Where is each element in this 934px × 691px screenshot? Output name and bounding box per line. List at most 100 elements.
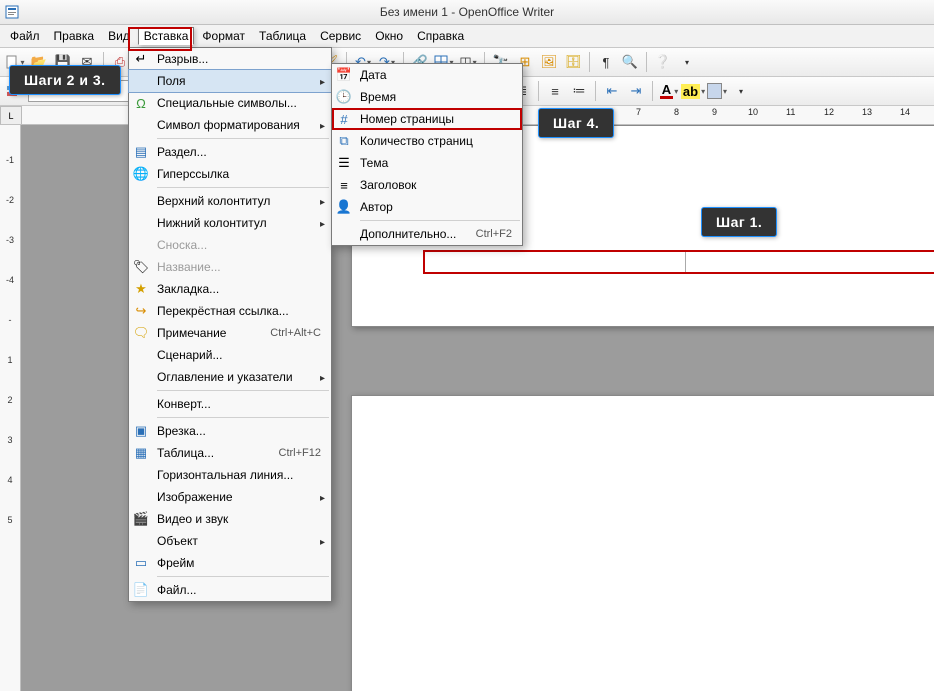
menuitem-header[interactable]: Верхний колонтитул [129,190,331,212]
envelope-icon [129,393,153,415]
time-icon: 🕒 [332,86,356,108]
ruler-tick: - [0,315,20,325]
ruler-tick: -3 [0,235,20,245]
app-icon [4,4,20,20]
menuitem-date[interactable]: 📅 Дата [332,64,522,86]
separator [652,81,653,101]
window-title: Без имени 1 - OpenOffice Writer [380,5,554,19]
ruler-tick: 14 [900,107,910,117]
menuitem-crossref[interactable]: ↪ Перекрёстная ссылка... [129,300,331,322]
menuitem-script[interactable]: Сценарий... [129,344,331,366]
object-icon [129,530,153,552]
menuitem-special-chars[interactable]: Ω Специальные символы... [129,92,331,114]
footnote-icon [129,234,153,256]
menu-separator [157,576,329,577]
menuitem-image[interactable]: Изображение [129,486,331,508]
menuitem-floating-frame[interactable]: ▭ Фрейм [129,552,331,574]
gallery-button[interactable]: 🖼 [538,51,560,73]
callout-step1: Шаг 1. [701,207,777,237]
datasources-button[interactable]: 🗄 [562,51,584,73]
menuitem-footer[interactable]: Нижний колонтитул [129,212,331,234]
file-icon: 📄 [129,579,153,601]
menu-format[interactable]: Формат [196,27,251,45]
menu-edit[interactable]: Правка [48,27,101,45]
caption-icon: 🏷 [129,256,153,278]
titlebar: Без имени 1 - OpenOffice Writer [0,0,934,25]
menuitem-object[interactable]: Объект [129,530,331,552]
menuitem-fields[interactable]: Поля [129,70,331,92]
menuitem-formatting-mark[interactable]: Символ форматирования [129,114,331,136]
menuitem-more-fields[interactable]: Дополнительно... Ctrl+F2 [332,223,522,245]
image-icon [129,486,153,508]
toolbar-overflow[interactable]: ▾ [676,51,698,73]
table-icon: ▦ [129,442,153,464]
ruler-tick: 13 [862,107,872,117]
menuitem-author[interactable]: 👤 Автор [332,196,522,218]
floatframe-icon: ▭ [129,552,153,574]
help-button[interactable]: ❔ [652,51,674,73]
ruler-tick: 12 [824,107,834,117]
menuitem-hyperlink[interactable]: 🌐 Гиперссылка [129,163,331,185]
menuitem-topic[interactable]: ☰ Тема [332,152,522,174]
accelerator: Ctrl+F2 [476,228,512,240]
submenu-arrow-icon [320,490,325,504]
submenu-arrow-icon [320,370,325,384]
highlight-button[interactable]: ab [682,80,704,102]
menuitem-media[interactable]: 🎬 Видео и звук [129,508,331,530]
toc-icon [129,366,153,388]
ruler-tick: 7 [636,107,641,117]
bullet-list-button[interactable]: ≔ [568,80,590,102]
submenu-arrow-icon [320,216,325,230]
menu-window[interactable]: Окно [369,27,409,45]
menuitem-comment[interactable]: 🗨 Примечание Ctrl+Alt+C [129,322,331,344]
menuitem-insert-file[interactable]: 📄 Файл... [129,579,331,601]
menuitem-bookmark[interactable]: ★ Закладка... [129,278,331,300]
submenu-arrow-icon [320,534,325,548]
app-window: Без имени 1 - OpenOffice Writer Файл Пра… [0,0,934,691]
menu-separator [157,138,329,139]
menu-insert[interactable]: Вставка [138,27,195,45]
menuitem-hline[interactable]: Горизонтальная линия... [129,464,331,486]
menuitem-time[interactable]: 🕒 Время [332,86,522,108]
menuitem-frame[interactable]: ▣ Врезка... [129,420,331,442]
menu-table[interactable]: Таблица [253,27,312,45]
script-icon [129,344,153,366]
menu-view[interactable]: Вид [102,27,136,45]
background-color-button[interactable] [706,80,728,102]
separator [538,81,539,101]
zoom-button[interactable]: 🔍 [619,51,641,73]
ruler-tick: 3 [0,435,20,445]
menu-help[interactable]: Справка [411,27,470,45]
font-color-button[interactable]: A [658,80,680,102]
author-icon: 👤 [332,196,356,218]
break-icon: ↵ [129,48,153,70]
increase-indent-button[interactable]: ⇥ [625,80,647,102]
footer-field-highlight[interactable] [423,250,934,274]
menu-service[interactable]: Сервис [314,27,367,45]
ruler-tick: 2 [0,395,20,405]
menuitem-page-number[interactable]: # Номер страницы [332,108,522,130]
menuitem-caption[interactable]: 🏷 Название... [129,256,331,278]
menuitem-toc[interactable]: Оглавление и указатели [129,366,331,388]
page-2[interactable] [351,395,934,691]
number-list-button[interactable]: ≡ [544,80,566,102]
menuitem-footnote[interactable]: Сноска... [129,234,331,256]
menu-separator [157,187,329,188]
menu-separator [157,390,329,391]
toolbar-overflow[interactable]: ▾ [730,80,752,102]
menuitem-page-count[interactable]: ⧉ Количество страниц [332,130,522,152]
menuitem-table[interactable]: ▦ Таблица... Ctrl+F12 [129,442,331,464]
nonprinting-button[interactable]: ¶ [595,51,617,73]
footer-icon [129,212,153,234]
vertical-ruler[interactable]: -1 -2 -3 -4 - 1 2 3 4 5 [0,125,21,691]
submenu-arrow-icon [320,194,325,208]
accelerator: Ctrl+F12 [279,447,322,459]
menuitem-envelope[interactable]: Конверт... [129,393,331,415]
menuitem-break[interactable]: ↵ Разрыв... [129,48,331,70]
menuitem-section[interactable]: ▤ Раздел... [129,141,331,163]
menu-file[interactable]: Файл [4,27,46,45]
ruler-tick: 8 [674,107,679,117]
decrease-indent-button[interactable]: ⇤ [601,80,623,102]
menuitem-heading[interactable]: ≡ Заголовок [332,174,522,196]
fields-submenu: 📅 Дата 🕒 Время # Номер страницы ⧉ Количе… [331,63,523,246]
